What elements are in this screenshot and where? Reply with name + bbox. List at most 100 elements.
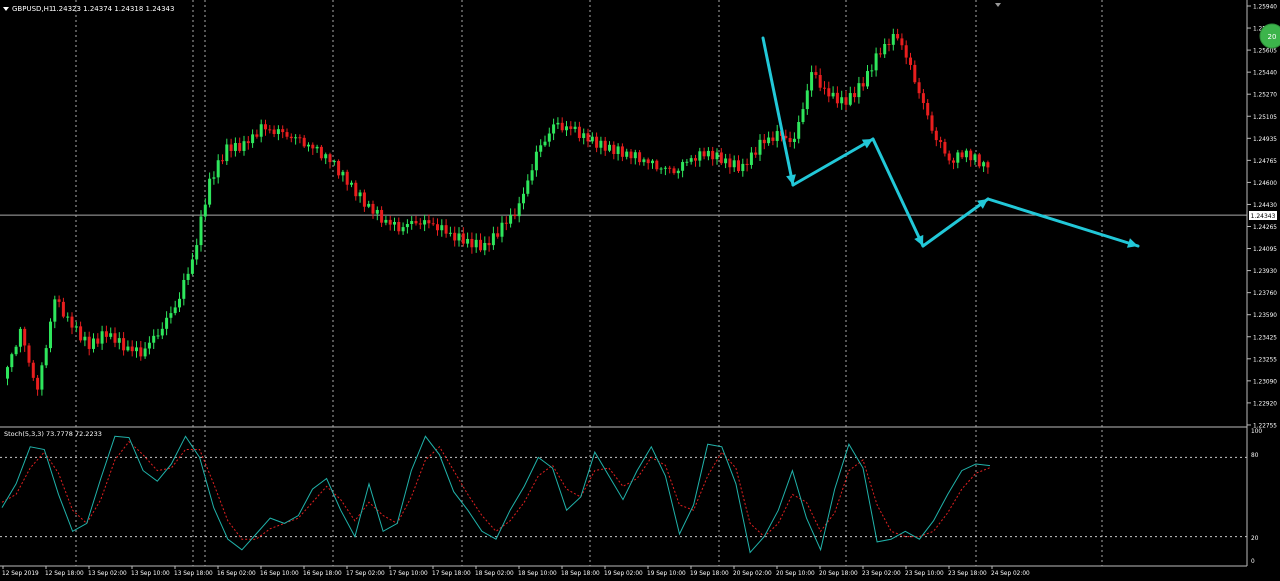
candle-body [100,331,104,344]
candle-body [569,126,573,129]
candle-body [909,57,912,65]
candle-body [702,151,706,157]
candle-body [487,242,491,246]
candle-body [393,221,396,225]
candle-body [371,203,375,214]
candle-body [891,33,895,45]
candle-body [823,87,826,89]
candle-body [651,160,654,164]
candle-body [147,342,151,349]
candle-body [620,146,624,157]
candle-body [423,220,427,225]
price-tick-label: 1.22920 [1253,401,1277,407]
symbol-header: GBPUSD,H1 1.24323 1.24374 1.24318 1.2434… [3,5,174,13]
candle-body [737,160,740,172]
candle-body [805,90,809,110]
candle-body [534,151,538,171]
time-tick-label: 12 Sep 2019 [2,571,39,577]
chart-window[interactable]: 1.259401.257701.256051.254401.252701.251… [0,0,1280,581]
candle-body [302,137,306,147]
candle-body [130,346,134,352]
stoch-tick-label: 20 [1251,536,1259,542]
candle-body [685,161,689,163]
candle-body [646,159,650,164]
candle-body [444,225,448,234]
candle-body [526,180,530,194]
candle-body [6,367,9,379]
candle-body [539,145,543,152]
candle-body [251,134,255,144]
candle-body [827,88,831,97]
candle-body [160,328,164,336]
candle-body [848,93,852,105]
candle-body [952,160,955,163]
candle-body [642,159,646,163]
time-tick-label: 20 Sep 10:00 [776,571,815,577]
candle-body [724,158,728,164]
price-tick-label: 1.23760 [1253,291,1277,297]
candle-body [797,122,801,139]
candle-body [70,316,74,328]
stoch-tick-label: 0 [1251,559,1255,565]
candle-body [887,44,891,46]
candle-body [281,129,285,133]
candle-body [212,177,216,179]
candle-body [732,160,736,168]
price-tick-label: 1.25940 [1253,5,1277,11]
candle-body [49,321,52,349]
time-tick-label: 19 Sep 10:00 [647,571,686,577]
candle-body [457,233,461,241]
candle-body [982,162,986,167]
candle-body [638,152,642,163]
price-tick-label: 1.24765 [1253,159,1277,165]
time-tick-label: 20 Sep 18:00 [819,571,858,577]
candle-body [543,141,547,146]
candle-body [87,336,91,349]
candle-body [23,328,27,346]
time-tick-label: 13 Sep 18:00 [174,571,213,577]
current-price-marker: 1.24343 [1249,211,1277,220]
candle-body [595,136,599,148]
time-tick-label: 16 Sep 18:00 [303,571,342,577]
candle-body [238,143,242,151]
candle-body [466,238,470,244]
candle-body [436,224,439,231]
candle-body [754,152,758,155]
candle-body [956,152,960,163]
candle-body [324,154,328,159]
price-tick-label: 1.24430 [1253,203,1277,209]
trade-badge[interactable]: 20 [1259,23,1280,49]
candle-body [835,92,839,104]
candle-body [14,346,18,355]
time-tick-label: 18 Sep 02:00 [475,571,514,577]
price-tick-label: 1.25105 [1253,115,1277,121]
candle-body [40,365,44,390]
candle-body [203,204,207,217]
candle-body [866,71,869,87]
candle-body [883,44,887,55]
time-tick-label: 16 Sep 02:00 [217,571,256,577]
candle-body [853,93,857,98]
candle-body [479,239,482,251]
candle-body [410,221,414,225]
candle-body [831,92,835,97]
candle-body [659,168,663,170]
candle-body [840,97,844,104]
time-tick-label: 19 Sep 18:00 [690,571,729,577]
candle-body [969,150,973,161]
candle-body [285,132,289,137]
candle-body [771,137,775,141]
candle-body [552,124,556,134]
candle-body [556,122,560,125]
candle-body [668,167,672,169]
time-tick-label: 23 Sep 18:00 [948,571,987,577]
candle-body [229,144,233,151]
candle-body [156,335,160,337]
time-tick-label: 13 Sep 02:00 [88,571,127,577]
candle-body [715,152,719,160]
candle-body [517,203,521,217]
candle-body [431,223,435,225]
candle-body [676,170,680,174]
candle-body [367,203,371,207]
candle-body [427,220,431,224]
